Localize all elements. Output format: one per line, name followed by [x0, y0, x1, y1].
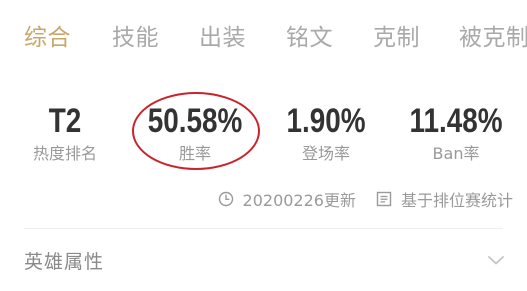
tab-runes[interactable]: 铭文: [286, 20, 333, 56]
tab-countered-by[interactable]: 被克制: [459, 20, 527, 56]
stat-label: Ban率: [432, 144, 480, 163]
hero-attributes-header[interactable]: 英雄属性: [24, 240, 505, 280]
meta-row: 20200226更新 基于排位赛统计: [218, 186, 513, 212]
stat-label: 热度排名: [32, 144, 97, 163]
update-info: 20200226更新: [218, 187, 356, 211]
source-info: 基于排位赛统计: [376, 187, 513, 211]
stat-label: 登场率: [301, 144, 350, 163]
divider: [24, 228, 503, 229]
source-text: 基于排位赛统计: [400, 191, 513, 210]
chevron-down-icon[interactable]: [487, 254, 505, 266]
tab-overview[interactable]: 综合: [24, 20, 71, 56]
section-title: 英雄属性: [24, 250, 105, 273]
update-text: 20200226更新: [242, 191, 356, 210]
stat-value: 11.48%: [409, 102, 503, 140]
annotation-circle: [132, 92, 260, 170]
stat-pick-rate: 1.90% 登场率: [266, 100, 386, 166]
tab-build[interactable]: 出装: [199, 20, 246, 56]
stats-row: T2 热度排名 50.58% 胜率 1.90% 登场率 11.48% Ban率: [0, 100, 527, 172]
tab-counters[interactable]: 克制: [373, 20, 420, 56]
tab-skills[interactable]: 技能: [112, 20, 159, 56]
stat-value: 1.90%: [286, 102, 366, 140]
tab-bar: 综合 技能 出装 铭文 克制 被克制: [24, 20, 527, 58]
stat-ban-rate: 11.48% Ban率: [396, 100, 516, 166]
list-icon: [376, 191, 392, 207]
stat-value: T2: [48, 102, 82, 140]
stat-heat-rank: T2 热度排名: [5, 100, 125, 166]
hero-stats-panel: 综合 技能 出装 铭文 克制 被克制 T2 热度排名 50.58% 胜率 1.9…: [0, 0, 527, 291]
clock-icon: [218, 191, 233, 207]
